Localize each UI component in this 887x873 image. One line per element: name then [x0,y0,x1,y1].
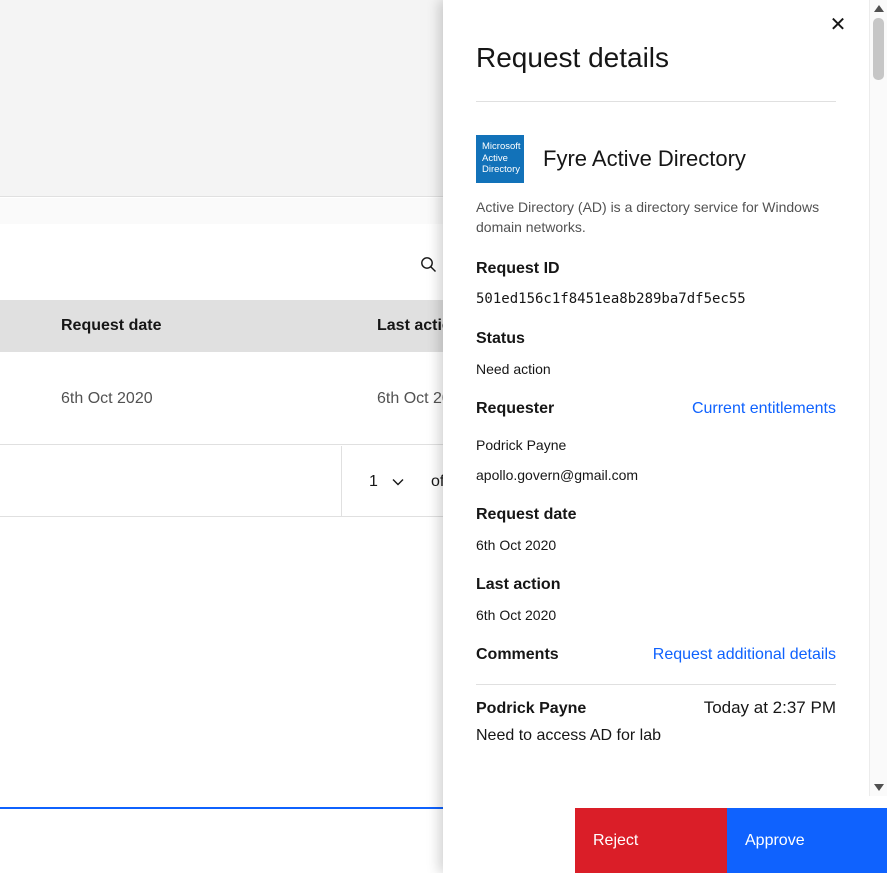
request-details-panel: ✕ Request details Microsoft Active Direc… [443,0,887,873]
focus-accent-line [0,807,443,809]
requester-email: apollo.govern@gmail.com [476,467,639,483]
panel-footer: Reject Approve [443,808,887,873]
vertical-scrollbar[interactable] [869,0,887,796]
last-action-label: Last action [476,576,561,593]
comments-label: Comments [476,646,559,663]
scroll-down-arrow-icon[interactable] [874,784,884,791]
status-label: Status [476,330,525,347]
comment-author: Podrick Payne [476,700,587,717]
comment-timestamp: Today at 2:37 PM [703,698,836,717]
logo-line: Directory [482,164,521,175]
panel-title: Request details [476,42,670,73]
last-action-value: 6th Oct 2020 [476,607,557,623]
comment-text: Need to access AD for lab [476,727,661,744]
comment-header: Podrick Payne Today at 2:37 PM [476,698,836,718]
requester-name: Podrick Payne [476,437,567,453]
page-number-value: 1 [369,472,378,490]
logo-line: Microsoft [482,141,521,152]
reject-button[interactable]: Reject [575,808,727,873]
request-date-label: Request date [476,506,577,523]
footer-spacer [443,808,575,873]
application-description: Active Directory (AD) is a directory ser… [476,199,820,235]
requester-label: Requester [476,400,555,417]
application-row: Microsoft Active Directory Fyre Active D… [476,135,836,183]
comments-divider [476,684,836,685]
page-number-select[interactable]: 1 [341,446,404,517]
application-name: Fyre Active Directory [543,146,746,171]
request-additional-details-link[interactable]: Request additional details [653,646,836,664]
request-date-value: 6th Oct 2020 [476,537,557,553]
cell-request-date: 6th Oct 2020 [61,389,153,407]
search-icon [420,256,437,273]
approve-button[interactable]: Approve [727,808,887,873]
title-divider [476,101,836,102]
panel-scroll-area: ✕ Request details Microsoft Active Direc… [443,0,869,808]
logo-line: Active [482,152,508,164]
current-entitlements-link[interactable]: Current entitlements [692,400,836,418]
scrollbar-thumb[interactable] [873,18,884,80]
request-id-value: 501ed156c1f8451ea8b289ba7df5ec55 [476,291,746,307]
scroll-up-arrow-icon[interactable] [874,5,884,12]
microsoft-active-directory-logo: Microsoft Active Directory [476,135,524,183]
status-value: Need action [476,361,551,377]
close-button[interactable]: ✕ [827,14,849,36]
column-header-request-date[interactable]: Request date [61,300,161,352]
chevron-down-icon [392,478,404,486]
request-id-label: Request ID [476,260,560,277]
